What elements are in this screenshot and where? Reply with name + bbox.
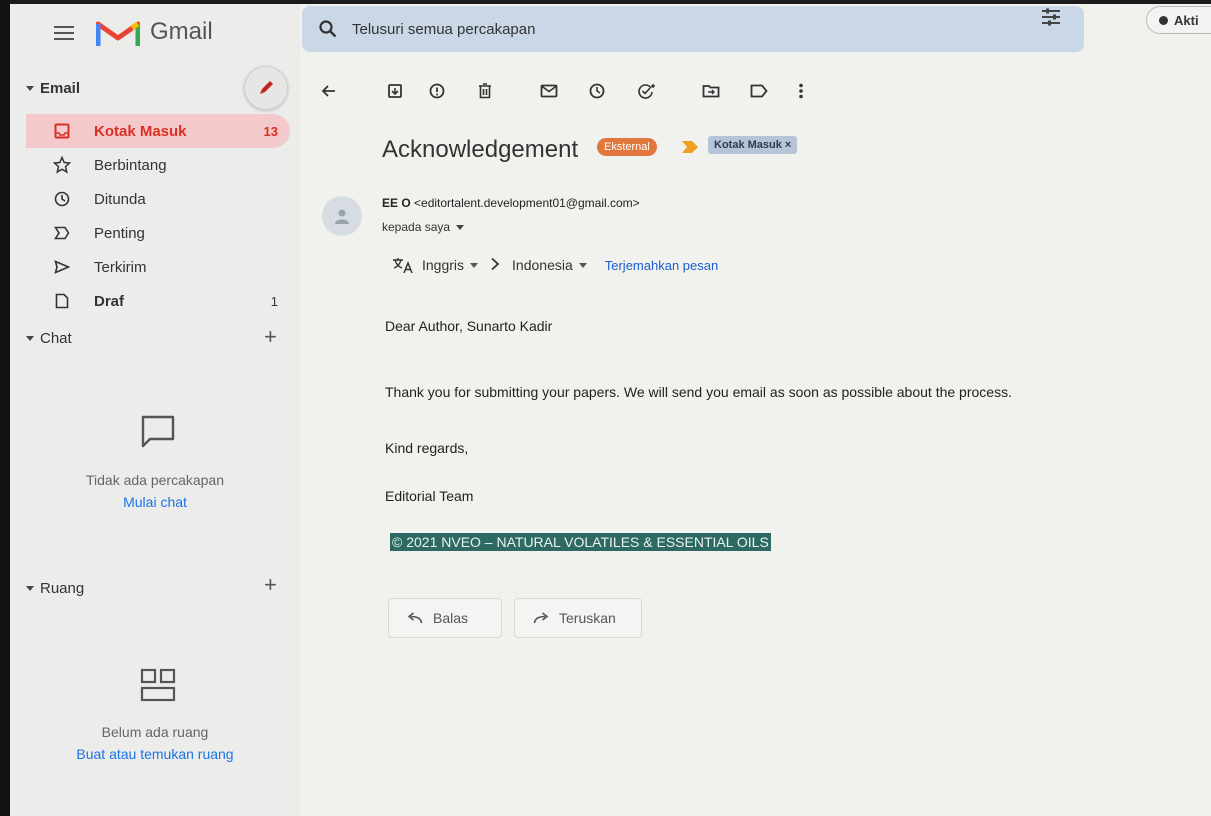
report-spam-icon[interactable] xyxy=(426,80,448,102)
sender-name[interactable]: EE O xyxy=(382,196,411,210)
sidebar-item-drafts[interactable]: Draf 1 xyxy=(26,284,290,318)
sidebar-item-label: Draf xyxy=(94,292,125,310)
status-label: Akti xyxy=(1174,12,1199,28)
app-name: Gmail xyxy=(150,18,213,45)
back-arrow-icon[interactable] xyxy=(318,80,340,102)
search-bar xyxy=(302,6,1084,52)
body-footer-selected: © 2021 NVEO – NATURAL VOLATILES & ESSENT… xyxy=(390,533,771,551)
status-pill[interactable]: Akti xyxy=(1146,6,1211,34)
pencil-icon xyxy=(260,81,273,94)
sidebar-item-snoozed[interactable]: Ditunda xyxy=(26,182,290,216)
source-language[interactable]: Inggris xyxy=(422,257,464,273)
sidebar-item-label: Terkirim xyxy=(94,258,147,276)
search-options-icon[interactable] xyxy=(1040,6,1062,28)
caret-down-icon xyxy=(26,336,34,341)
recipient-line[interactable]: kepada saya xyxy=(382,220,465,234)
clock-icon xyxy=(52,189,72,209)
send-icon xyxy=(52,257,72,277)
add-task-icon[interactable] xyxy=(636,80,658,102)
sidebar-item-label: Ditunda xyxy=(94,190,146,208)
external-badge: Eksternal xyxy=(597,138,657,156)
archive-icon[interactable] xyxy=(384,80,406,102)
reply-icon xyxy=(407,612,423,624)
delete-icon[interactable] xyxy=(474,80,496,102)
message-toolbar xyxy=(318,80,838,102)
start-chat-link[interactable]: Mulai chat xyxy=(10,494,300,510)
rooms-section-header[interactable]: Ruang xyxy=(26,580,84,597)
source-language-dropdown-icon[interactable] xyxy=(470,262,479,268)
snooze-icon[interactable] xyxy=(586,80,608,102)
sidebar-item-label: Berbintang xyxy=(94,156,167,174)
status-dot-icon xyxy=(1159,15,1168,25)
email-section-label: Email xyxy=(40,80,81,97)
recipient-details-caret-icon[interactable] xyxy=(456,224,465,230)
unread-count: 13 xyxy=(263,123,278,139)
translate-bar: Inggris Indonesia Terjemahkan pesan xyxy=(392,254,718,276)
draft-icon xyxy=(52,291,72,311)
new-room-plus-icon[interactable]: + xyxy=(264,572,277,598)
body-signature: Editorial Team xyxy=(385,488,474,504)
more-vert-icon[interactable] xyxy=(790,80,812,102)
chat-section-label: Chat xyxy=(40,330,72,347)
important-marker-icon[interactable] xyxy=(682,141,698,153)
chevron-right-icon xyxy=(490,257,500,274)
recipient-label: kepada saya xyxy=(382,220,451,234)
inbox-label-chip[interactable]: Kotak Masuk × xyxy=(708,136,798,154)
search-icon[interactable] xyxy=(318,19,338,39)
screen-bezel-left xyxy=(0,0,10,816)
rooms-grid-icon xyxy=(140,668,176,702)
search-input[interactable] xyxy=(352,20,952,38)
find-room-link[interactable]: Buat atau temukan ruang xyxy=(10,746,300,762)
mark-unread-icon[interactable] xyxy=(538,80,560,102)
translate-icon xyxy=(393,258,413,274)
target-language-dropdown-icon[interactable] xyxy=(578,262,587,268)
chat-section-header[interactable]: Chat xyxy=(26,330,72,347)
label-icon[interactable] xyxy=(748,80,770,102)
sender-email: <editortalent.development01@gmail.com> xyxy=(414,196,640,210)
inbox-icon xyxy=(52,121,72,141)
rooms-section-label: Ruang xyxy=(40,580,85,597)
chat-empty-text: Tidak ada percakapan xyxy=(85,472,225,488)
person-icon xyxy=(335,209,349,224)
sender-line: EE O <editortalent.development01@gmail.c… xyxy=(382,196,640,210)
body-greeting: Dear Author, Sunarto Kadir xyxy=(385,318,553,334)
avatar[interactable] xyxy=(322,196,362,236)
sidebar-item-label: Penting xyxy=(94,224,145,242)
caret-down-icon xyxy=(26,586,34,591)
rooms-empty-text: Belum ada ruang xyxy=(101,724,209,740)
caret-down-icon xyxy=(26,86,34,91)
compose-button[interactable] xyxy=(244,66,288,110)
gmail-logo-icon xyxy=(96,21,140,46)
body-regards: Kind regards, xyxy=(385,440,469,456)
new-chat-plus-icon[interactable]: + xyxy=(264,324,277,350)
reply-button[interactable]: Balas xyxy=(388,598,502,638)
sidebar-item-label: Kotak Masuk xyxy=(94,122,187,140)
body-paragraph: Thank you for submitting your papers. We… xyxy=(385,384,1012,400)
target-language[interactable]: Indonesia xyxy=(512,257,573,273)
translate-message-link[interactable]: Terjemahkan pesan xyxy=(605,258,718,273)
star-icon xyxy=(52,155,72,175)
reply-label: Balas xyxy=(433,610,469,626)
main-menu-icon[interactable] xyxy=(54,24,74,40)
forward-icon xyxy=(533,612,549,624)
draft-count: 1 xyxy=(270,293,278,309)
move-to-icon[interactable] xyxy=(700,80,722,102)
sidebar-item-important[interactable]: Penting xyxy=(26,216,290,250)
sidebar-item-sent[interactable]: Terkirim xyxy=(26,250,290,284)
sidebar: Gmail Email Kotak Masuk 13 Berbintang Di… xyxy=(10,4,300,816)
important-icon xyxy=(52,223,72,243)
email-section-header[interactable]: Email xyxy=(26,80,80,97)
sidebar-item-starred[interactable]: Berbintang xyxy=(26,148,290,182)
message-subject: Acknowledgement xyxy=(382,136,579,163)
forward-label: Teruskan xyxy=(559,610,616,626)
sidebar-item-inbox[interactable]: Kotak Masuk 13 xyxy=(26,114,290,148)
chat-bubble-icon xyxy=(141,415,175,448)
forward-button[interactable]: Teruskan xyxy=(514,598,642,638)
